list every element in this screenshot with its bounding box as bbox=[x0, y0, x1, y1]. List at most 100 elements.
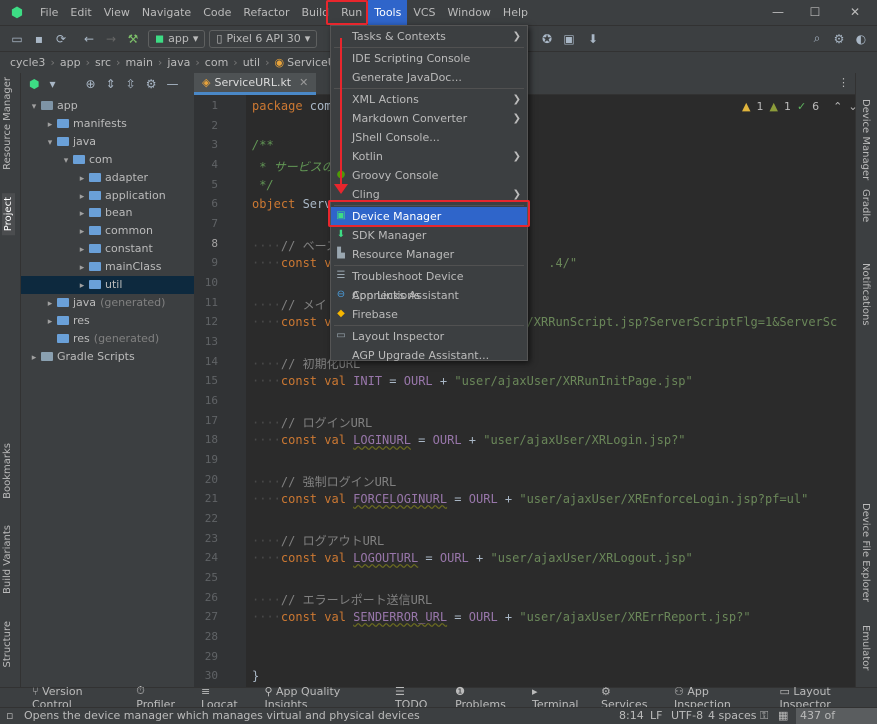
tree-expand-icon[interactable]: ▸ bbox=[27, 349, 41, 367]
tab-build-variants[interactable]: Build Variants bbox=[2, 525, 13, 594]
hide-panel-icon[interactable]: — bbox=[166, 77, 178, 91]
menu-item-sdk-manager[interactable]: ⬇ SDK Manager bbox=[331, 226, 527, 245]
tab-project[interactable]: Project bbox=[2, 193, 15, 236]
tree-expand-icon[interactable]: ▸ bbox=[43, 116, 57, 134]
tree-expand-icon[interactable]: ▸ bbox=[75, 188, 89, 206]
menu-item-agp-upgrade-assistant[interactable]: AGP Upgrade Assistant... bbox=[331, 346, 527, 365]
forward-icon[interactable]: → bbox=[100, 32, 122, 46]
menu-item-layout-inspector[interactable]: ▭ Layout Inspector bbox=[331, 327, 527, 346]
tree-expand-icon[interactable]: ▾ bbox=[43, 134, 57, 152]
maximize-window-button[interactable]: ☐ bbox=[795, 0, 835, 25]
make-project-icon[interactable]: ⚒ bbox=[122, 32, 144, 46]
tree-expand-icon[interactable]: ▸ bbox=[75, 259, 89, 277]
tree-expand-icon[interactable]: ▸ bbox=[43, 295, 57, 313]
options-gear-icon[interactable]: ⚙ bbox=[146, 77, 157, 91]
menu-item-groovy-console[interactable]: ●Groovy Console bbox=[331, 166, 527, 185]
settings-gear-icon[interactable]: ⚙ bbox=[828, 32, 850, 46]
menu-code[interactable]: Code bbox=[197, 0, 237, 25]
search-icon[interactable]: ⌕ bbox=[806, 31, 828, 46]
memory-indicator[interactable]: 437 of 4096M bbox=[796, 708, 877, 724]
debug-icon[interactable]: ✪ bbox=[536, 32, 558, 46]
tab-emulator[interactable]: Emulator bbox=[860, 625, 871, 670]
menu-navigate[interactable]: Navigate bbox=[136, 0, 197, 25]
tab-structure[interactable]: Structure bbox=[2, 621, 13, 668]
tree-expand-icon[interactable]: ▸ bbox=[75, 277, 89, 295]
indent-setting[interactable]: 4 spaces bbox=[708, 709, 757, 722]
breadcrumb-item[interactable]: app bbox=[60, 56, 81, 69]
tab-serviceurl-kt[interactable]: ◈ ServiceURL.kt ✕ bbox=[194, 73, 317, 95]
more-vert-icon[interactable]: ⋮ bbox=[838, 76, 849, 89]
line-separator[interactable]: LF bbox=[650, 709, 662, 722]
tab-bookmarks[interactable]: Bookmarks bbox=[2, 443, 13, 499]
tree-item-res[interactable]: ▸ res bbox=[21, 312, 194, 330]
chevron-up-icon[interactable]: ⌃ bbox=[833, 100, 842, 113]
menu-window[interactable]: Window bbox=[442, 0, 497, 25]
tree-item-gradle-scripts[interactable]: ▸ Gradle Scripts bbox=[21, 348, 194, 366]
tree-item-common[interactable]: ▸ common bbox=[21, 222, 194, 240]
breadcrumb-item[interactable]: com bbox=[205, 56, 229, 69]
tab-device-manager[interactable]: Device Manager bbox=[860, 99, 871, 180]
inspection-widget[interactable]: ▲ 1 ▲ 1 ✓ 6 ⌃ ⌄ bbox=[742, 100, 858, 113]
android-view-icon[interactable]: ⬢ bbox=[29, 77, 39, 91]
tree-item-mainclass[interactable]: ▸ mainClass bbox=[21, 258, 194, 276]
tab-device-file-explorer[interactable]: Device File Explorer bbox=[860, 503, 871, 602]
menu-item-firebase[interactable]: ◆ Firebase bbox=[331, 305, 527, 324]
back-icon[interactable]: ← bbox=[78, 32, 100, 46]
tree-expand-icon[interactable]: ▸ bbox=[75, 170, 89, 188]
tree-expand-icon[interactable]: ▾ bbox=[27, 98, 41, 116]
menu-vcs[interactable]: VCS bbox=[407, 0, 441, 25]
device-select[interactable]: ▯ Pixel 6 API 30 ▾ bbox=[209, 29, 318, 48]
menu-view[interactable]: View bbox=[98, 0, 136, 25]
menu-help[interactable]: Help bbox=[497, 0, 534, 25]
tree-item-application[interactable]: ▸ application bbox=[21, 187, 194, 205]
lock-icon[interactable]: ⚿ bbox=[760, 709, 768, 723]
tree-item-java[interactable]: ▾ java bbox=[21, 133, 194, 151]
menu-tools[interactable]: Tools bbox=[368, 0, 408, 25]
menu-item-jshell-console[interactable]: JShell Console... bbox=[331, 128, 527, 147]
menu-item-generate-javadoc[interactable]: Generate JavaDoc... bbox=[331, 68, 527, 87]
tree-expand-icon[interactable]: ▾ bbox=[59, 152, 73, 170]
open-folder-icon[interactable]: ▭ bbox=[6, 32, 28, 46]
tree-item-app[interactable]: ▾ app bbox=[21, 97, 194, 115]
close-window-button[interactable]: ✕ bbox=[835, 0, 875, 25]
tree-item-java[interactable]: ▸ java (generated) bbox=[21, 294, 194, 312]
menu-item-markdown-converter[interactable]: Markdown Converter ❯ bbox=[331, 109, 527, 128]
menu-refactor[interactable]: Refactor bbox=[237, 0, 295, 25]
chevron-down-icon[interactable]: ▾ bbox=[49, 77, 55, 91]
status-panel-icon[interactable]: ▫ bbox=[6, 709, 13, 722]
tree-expand-icon[interactable]: ▸ bbox=[43, 313, 57, 331]
tree-item-com[interactable]: ▾ com bbox=[21, 151, 194, 169]
tree-expand-icon[interactable]: ▸ bbox=[75, 241, 89, 259]
menu-item-app-links-assistant[interactable]: ⊖ App Links Assistant bbox=[331, 286, 527, 305]
menu-item-troubleshoot-device-connections[interactable]: ☰ Troubleshoot Device Connections bbox=[331, 267, 527, 302]
tree-item-res[interactable]: res (generated) bbox=[21, 330, 194, 348]
tab-notifications[interactable]: Notifications bbox=[860, 263, 871, 326]
account-icon[interactable]: ◐ bbox=[850, 32, 872, 46]
breadcrumb-item[interactable]: util bbox=[243, 56, 260, 69]
breadcrumb-item[interactable]: java bbox=[167, 56, 190, 69]
layout-icon[interactable]: ▦ bbox=[778, 709, 788, 722]
file-encoding[interactable]: UTF-8 bbox=[671, 709, 703, 722]
menu-file[interactable]: File bbox=[34, 0, 64, 25]
tree-item-adapter[interactable]: ▸ adapter bbox=[21, 169, 194, 187]
tree-expand-icon[interactable]: ▸ bbox=[75, 223, 89, 241]
breadcrumb-item[interactable]: main bbox=[125, 56, 152, 69]
tree-expand-icon[interactable]: ▸ bbox=[75, 205, 89, 223]
device-manager-toolbar-icon[interactable]: ▣ bbox=[558, 32, 580, 46]
breadcrumb-item[interactable]: src bbox=[95, 56, 111, 69]
save-all-icon[interactable]: ▪ bbox=[28, 32, 50, 46]
tab-gradle[interactable]: Gradle bbox=[860, 189, 871, 222]
menu-item-tasks-contexts[interactable]: Tasks & Contexts ❯ bbox=[331, 27, 527, 46]
tree-item-util[interactable]: ▸ util bbox=[21, 276, 194, 294]
sdk-manager-toolbar-icon[interactable]: ⬇ bbox=[582, 32, 604, 46]
menu-item-xml-actions[interactable]: XML Actions ❯ bbox=[331, 90, 527, 109]
tree-item-constant[interactable]: ▸ constant bbox=[21, 240, 194, 258]
collapse-all-icon[interactable]: ⇳ bbox=[126, 77, 136, 91]
caret-position[interactable]: 8:14 bbox=[619, 709, 644, 722]
locate-file-icon[interactable]: ⊕ bbox=[86, 77, 96, 91]
close-icon[interactable]: ✕ bbox=[299, 76, 308, 89]
tab-resource-manager[interactable]: Resource Manager bbox=[2, 77, 13, 170]
tree-item-manifests[interactable]: ▸ manifests bbox=[21, 115, 194, 133]
breadcrumb-item[interactable]: cycle3 bbox=[10, 56, 45, 69]
sync-icon[interactable]: ⟳ bbox=[50, 32, 72, 46]
